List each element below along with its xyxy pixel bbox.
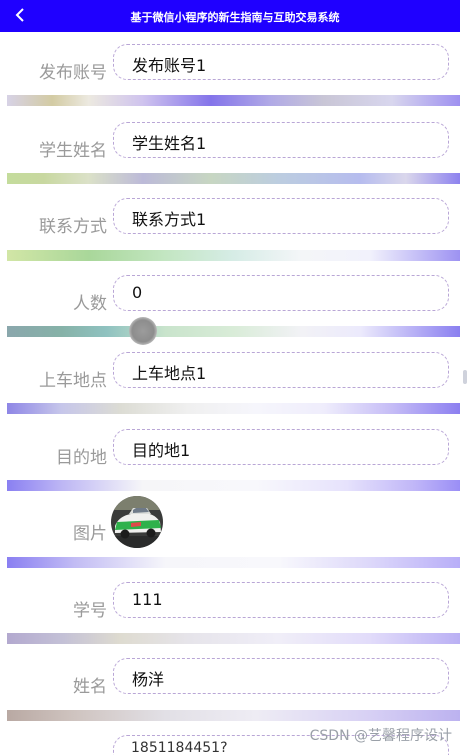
divider — [7, 557, 460, 568]
label-destination: 目的地 — [56, 448, 107, 468]
page-title: 基于微信小程序的新生指南与互助交易系统 — [130, 11, 340, 24]
label-student-id: 学号 — [73, 601, 107, 621]
form-row-publish-account: 发布账号 发布账号1 — [7, 42, 460, 83]
divider — [7, 480, 460, 491]
header-bar: 基于微信小程序的新生指南与互助交易系统 — [0, 0, 460, 32]
partial-next-field-text: 1851184451? — [131, 740, 228, 755]
name-field[interactable]: 杨洋 — [113, 658, 449, 694]
slider-thumb[interactable] — [129, 317, 157, 345]
watermark: CSDN @艺馨程序设计 — [309, 728, 452, 744]
label-contact: 联系方式 — [39, 217, 107, 237]
form-row-student-name: 学生姓名 学生姓名1 — [7, 120, 460, 161]
pickup-field[interactable]: 上车地点1 — [113, 352, 449, 388]
scrollbar-thumb[interactable] — [463, 370, 467, 384]
divider — [7, 95, 460, 106]
label-publish-account: 发布账号 — [39, 63, 107, 83]
form-row-destination: 目的地 目的地1 — [7, 427, 460, 468]
form-row-image: 图片 — [7, 503, 460, 553]
form-row-name: 姓名 杨洋 — [7, 656, 460, 697]
form-row-people-count: 人数 0 — [7, 273, 460, 314]
contact-field[interactable]: 联系方式1 — [113, 198, 449, 234]
divider — [7, 173, 460, 184]
people-count-field[interactable]: 0 — [113, 275, 449, 311]
divider — [7, 633, 460, 644]
label-pickup: 上车地点 — [39, 371, 107, 391]
destination-field[interactable]: 目的地1 — [113, 429, 449, 465]
car-photo[interactable] — [111, 496, 163, 548]
form-row-pickup: 上车地点 上车地点1 — [7, 350, 460, 391]
student-id-field[interactable]: 111 — [113, 582, 449, 618]
car-photo-image — [111, 496, 163, 548]
form-row-student-id: 学号 111 — [7, 580, 460, 621]
student-name-field[interactable]: 学生姓名1 — [113, 122, 449, 158]
divider — [7, 326, 460, 337]
form-row-contact: 联系方式 联系方式1 — [7, 196, 460, 237]
publish-account-field[interactable]: 发布账号1 — [113, 44, 449, 80]
label-image: 图片 — [73, 524, 107, 544]
label-name: 姓名 — [73, 677, 107, 697]
label-student-name: 学生姓名 — [39, 141, 107, 161]
divider — [7, 250, 460, 261]
divider — [7, 710, 460, 721]
divider — [7, 403, 460, 414]
label-people-count: 人数 — [73, 294, 107, 314]
